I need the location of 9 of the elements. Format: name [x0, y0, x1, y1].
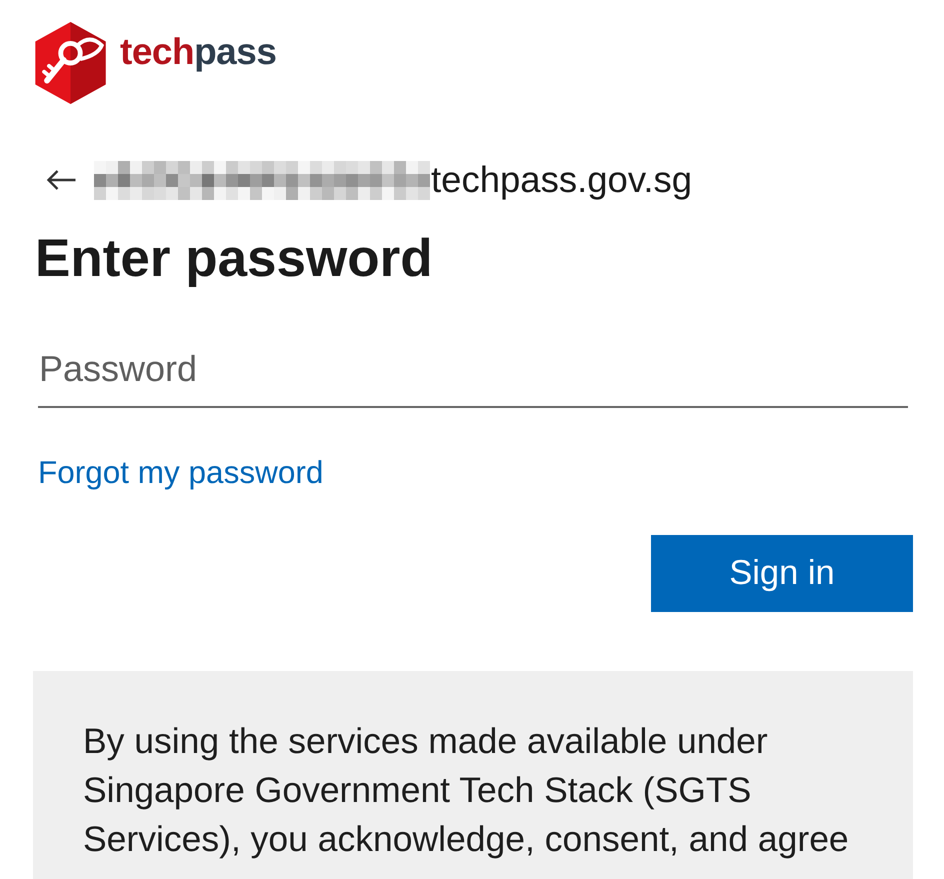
password-field[interactable]: Password: [38, 342, 908, 408]
terms-notice-text: By using the services made available under Singapore Government Tech Stack (SGTS Services), you acknowledge, consent, and agree: [83, 720, 850, 861]
logo-wordmark: techpass: [120, 31, 276, 73]
sign-in-button[interactable]: Sign in: [651, 535, 913, 612]
back-arrow-icon[interactable]: [46, 169, 77, 191]
key-hexagon-logo-icon: [33, 20, 108, 106]
page-heading: Enter password: [35, 228, 434, 290]
account-domain: techpass.gov.sg: [431, 159, 692, 201]
forgot-password-link[interactable]: Forgot my password: [38, 454, 324, 490]
